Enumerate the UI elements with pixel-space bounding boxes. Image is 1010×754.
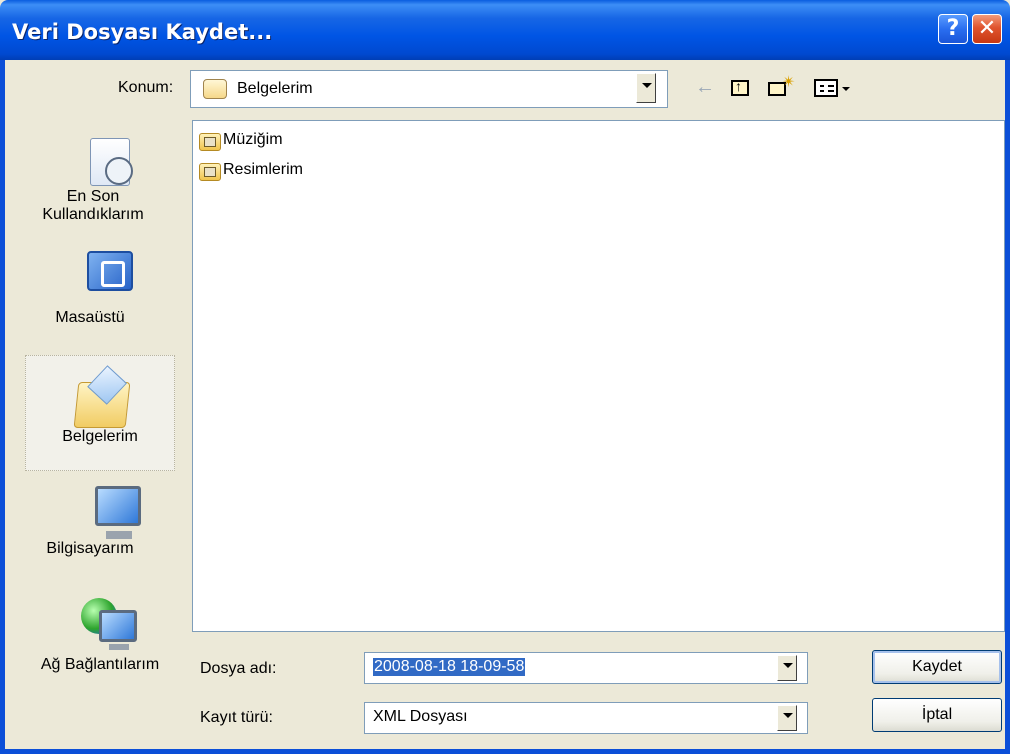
places-item-recent[interactable]: En Son Kullandıklarım <box>18 130 168 246</box>
chevron-down-icon[interactable] <box>636 73 656 103</box>
places-item-desktop[interactable]: Masaüstü <box>15 243 165 343</box>
places-item-label: Bilgisayarım <box>46 540 134 557</box>
chevron-down-icon[interactable] <box>777 705 797 731</box>
location-value: Belgelerim <box>237 80 313 97</box>
places-item-label: Ağ Bağlantılarım <box>40 656 160 673</box>
title-bar[interactable]: Veri Dosyası Kaydet... ? ✕ <box>0 0 1010 60</box>
filename-value: 2008-08-18 18-09-58 <box>373 658 526 676</box>
places-item-label: En Son <box>66 188 120 205</box>
location-label: Konum: <box>118 79 174 96</box>
filetype-select[interactable]: XML Dosyası <box>364 702 808 734</box>
file-list[interactable]: Müziğim Resimlerim <box>192 120 1005 632</box>
new-folder-icon[interactable]: ✴ <box>766 74 796 100</box>
places-item-label: Kullandıklarım <box>42 206 144 223</box>
window-frame-bottom <box>0 749 1010 754</box>
pictures-folder-icon <box>199 163 221 181</box>
filetype-label: Kayıt türü: <box>200 709 273 726</box>
network-places-icon <box>81 598 139 656</box>
up-folder-icon[interactable]: ↑ <box>728 76 752 100</box>
chevron-down-icon[interactable] <box>777 655 797 681</box>
location-dropdown[interactable]: Belgelerim <box>190 70 668 108</box>
save-button[interactable]: Kaydet <box>872 650 1002 684</box>
filetype-value: XML Dosyası <box>373 708 468 725</box>
close-icon: ✕ <box>977 16 997 41</box>
places-item-my-computer[interactable]: Bilgisayarım <box>15 480 165 580</box>
back-arrow-icon[interactable]: ← <box>695 76 717 100</box>
file-name: Müziğim <box>223 131 283 148</box>
window-title: Veri Dosyası Kaydet... <box>12 20 273 44</box>
places-item-my-documents[interactable]: Belgelerim <box>25 355 175 471</box>
places-item-network[interactable]: Ağ Bağlantılarım <box>15 592 185 682</box>
desktop-icon <box>87 251 133 291</box>
my-documents-folder-icon <box>203 79 227 99</box>
file-name: Resimlerim <box>223 161 303 178</box>
my-computer-icon <box>95 486 141 539</box>
window-frame-left <box>0 60 5 754</box>
recent-documents-icon <box>90 138 133 186</box>
places-item-label: Belgelerim <box>62 428 138 445</box>
help-button[interactable]: ? <box>938 14 968 44</box>
places-item-label: Masaüstü <box>55 309 125 326</box>
filename-label: Dosya adı: <box>200 660 277 677</box>
window-frame-right <box>1005 60 1010 754</box>
view-menu-icon[interactable] <box>812 76 856 100</box>
filename-field[interactable]: 2008-08-18 18-09-58 <box>364 652 808 684</box>
close-button[interactable]: ✕ <box>972 14 1002 44</box>
my-documents-icon <box>73 382 131 428</box>
help-icon: ? <box>946 16 960 41</box>
cancel-button[interactable]: İptal <box>872 698 1002 732</box>
music-folder-icon <box>199 133 221 151</box>
